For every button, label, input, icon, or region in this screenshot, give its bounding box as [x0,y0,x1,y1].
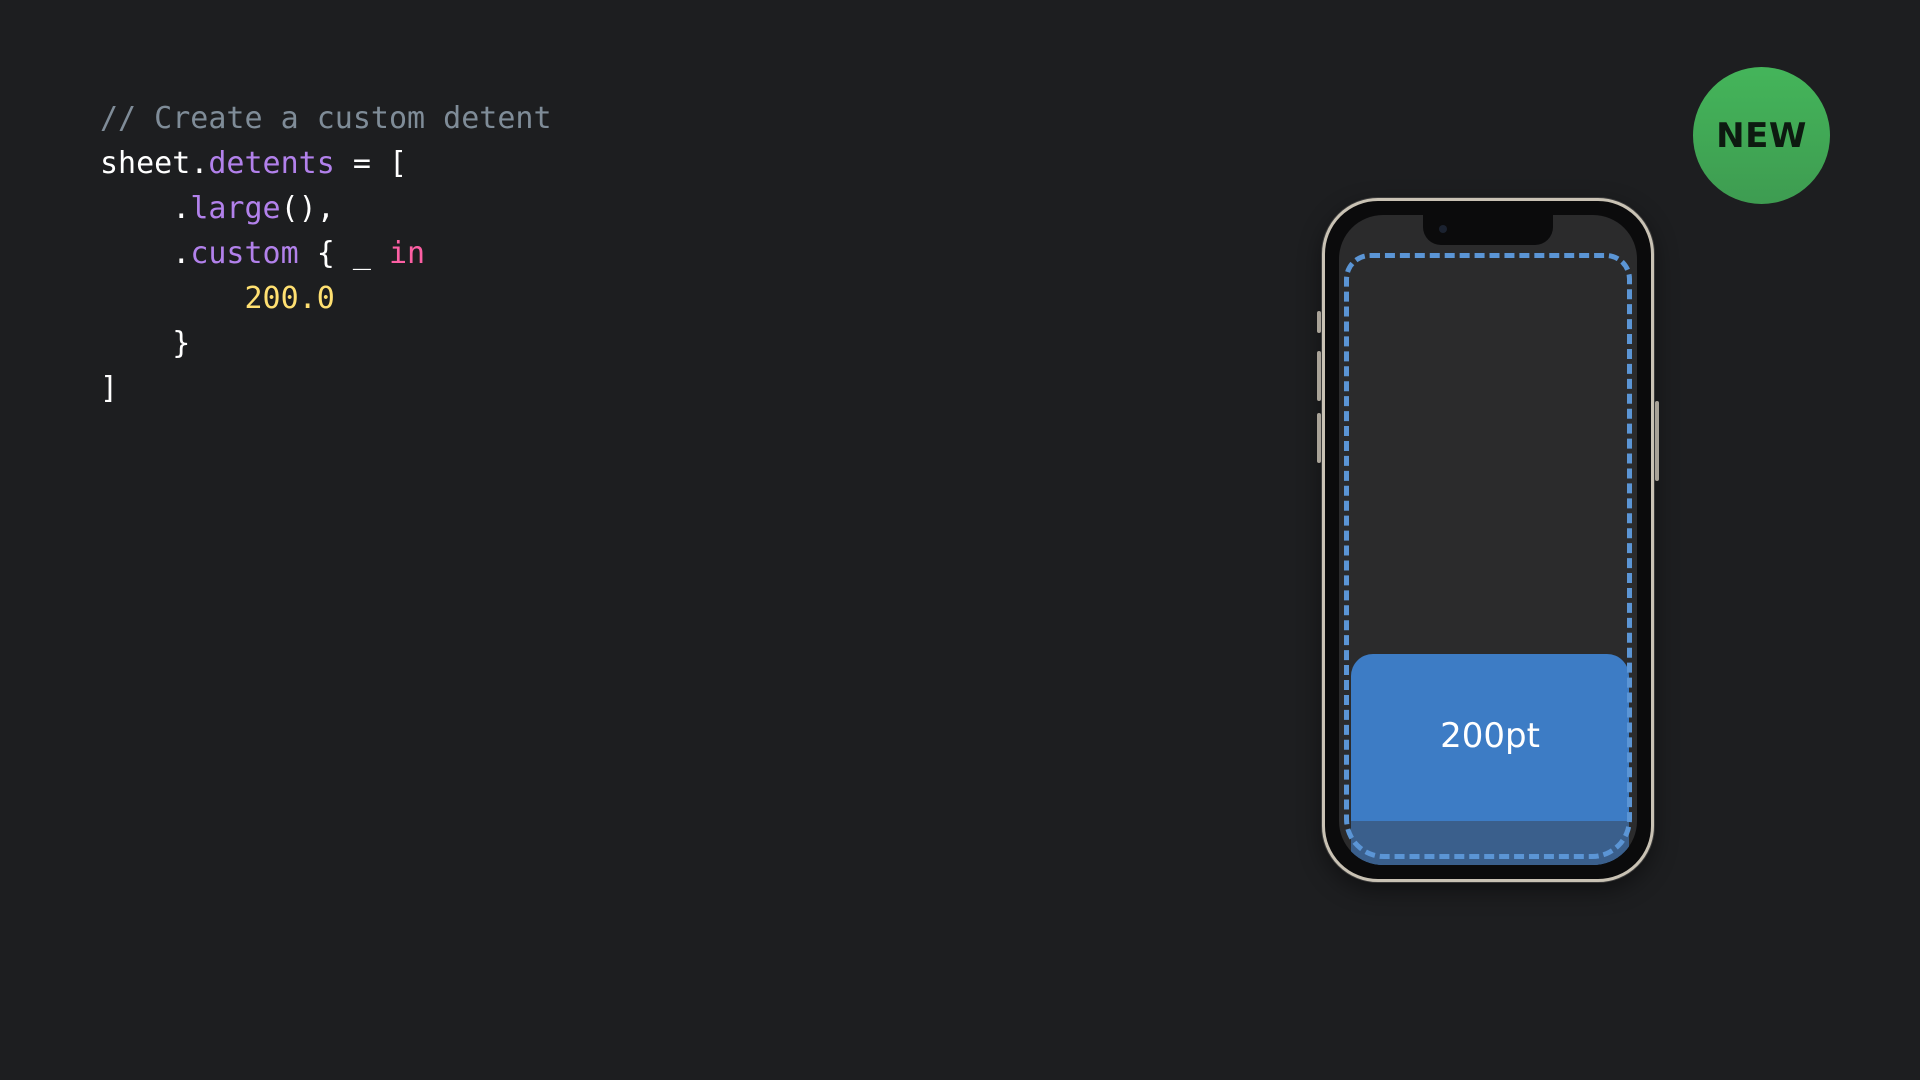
phone-screen: 200pt [1339,215,1637,865]
code-block: // Create a custom detent sheet.detents =… [100,96,552,411]
code-token-plain: . [100,236,191,271]
volume-up-button [1317,351,1321,401]
code-token-plain: sheet [100,146,191,181]
code-line: sheet.detents = [ [100,141,552,186]
new-badge-label: NEW [1716,115,1807,156]
notch [1423,215,1553,245]
code-line: .custom { _ in [100,231,552,276]
power-button [1655,401,1659,481]
code-line: } [100,321,552,366]
code-token-member: custom [190,236,299,271]
code-line: 200.0 [100,276,552,321]
front-camera-icon [1439,225,1447,233]
code-token-plain: ] [100,371,119,406]
new-badge: NEW [1693,67,1830,204]
slide: // Create a custom detent sheet.detents =… [0,0,1920,1080]
code-line: ] [100,366,552,411]
code-token-plain: . [190,146,209,181]
code-line: .large(), [100,186,552,231]
code-token-member: large [190,191,281,226]
code-token-plain: . [100,191,191,226]
code-token-keyword: in [389,236,426,271]
code-token-plain: (), [280,191,335,226]
code-token-plain: { _ [298,236,389,271]
code-token-plain: = [ [334,146,408,181]
code-token-member: detents [208,146,335,181]
code-token-number: 200.0 [244,281,335,316]
action-button [1317,311,1321,333]
iphone-mockup: 200pt [1317,198,1659,882]
code-token-plain: } [100,326,191,361]
code-line: // Create a custom detent [100,96,552,141]
safe-area-outline [1344,253,1632,859]
volume-down-button [1317,413,1321,463]
code-token-comment: // Create a custom detent [100,101,552,136]
